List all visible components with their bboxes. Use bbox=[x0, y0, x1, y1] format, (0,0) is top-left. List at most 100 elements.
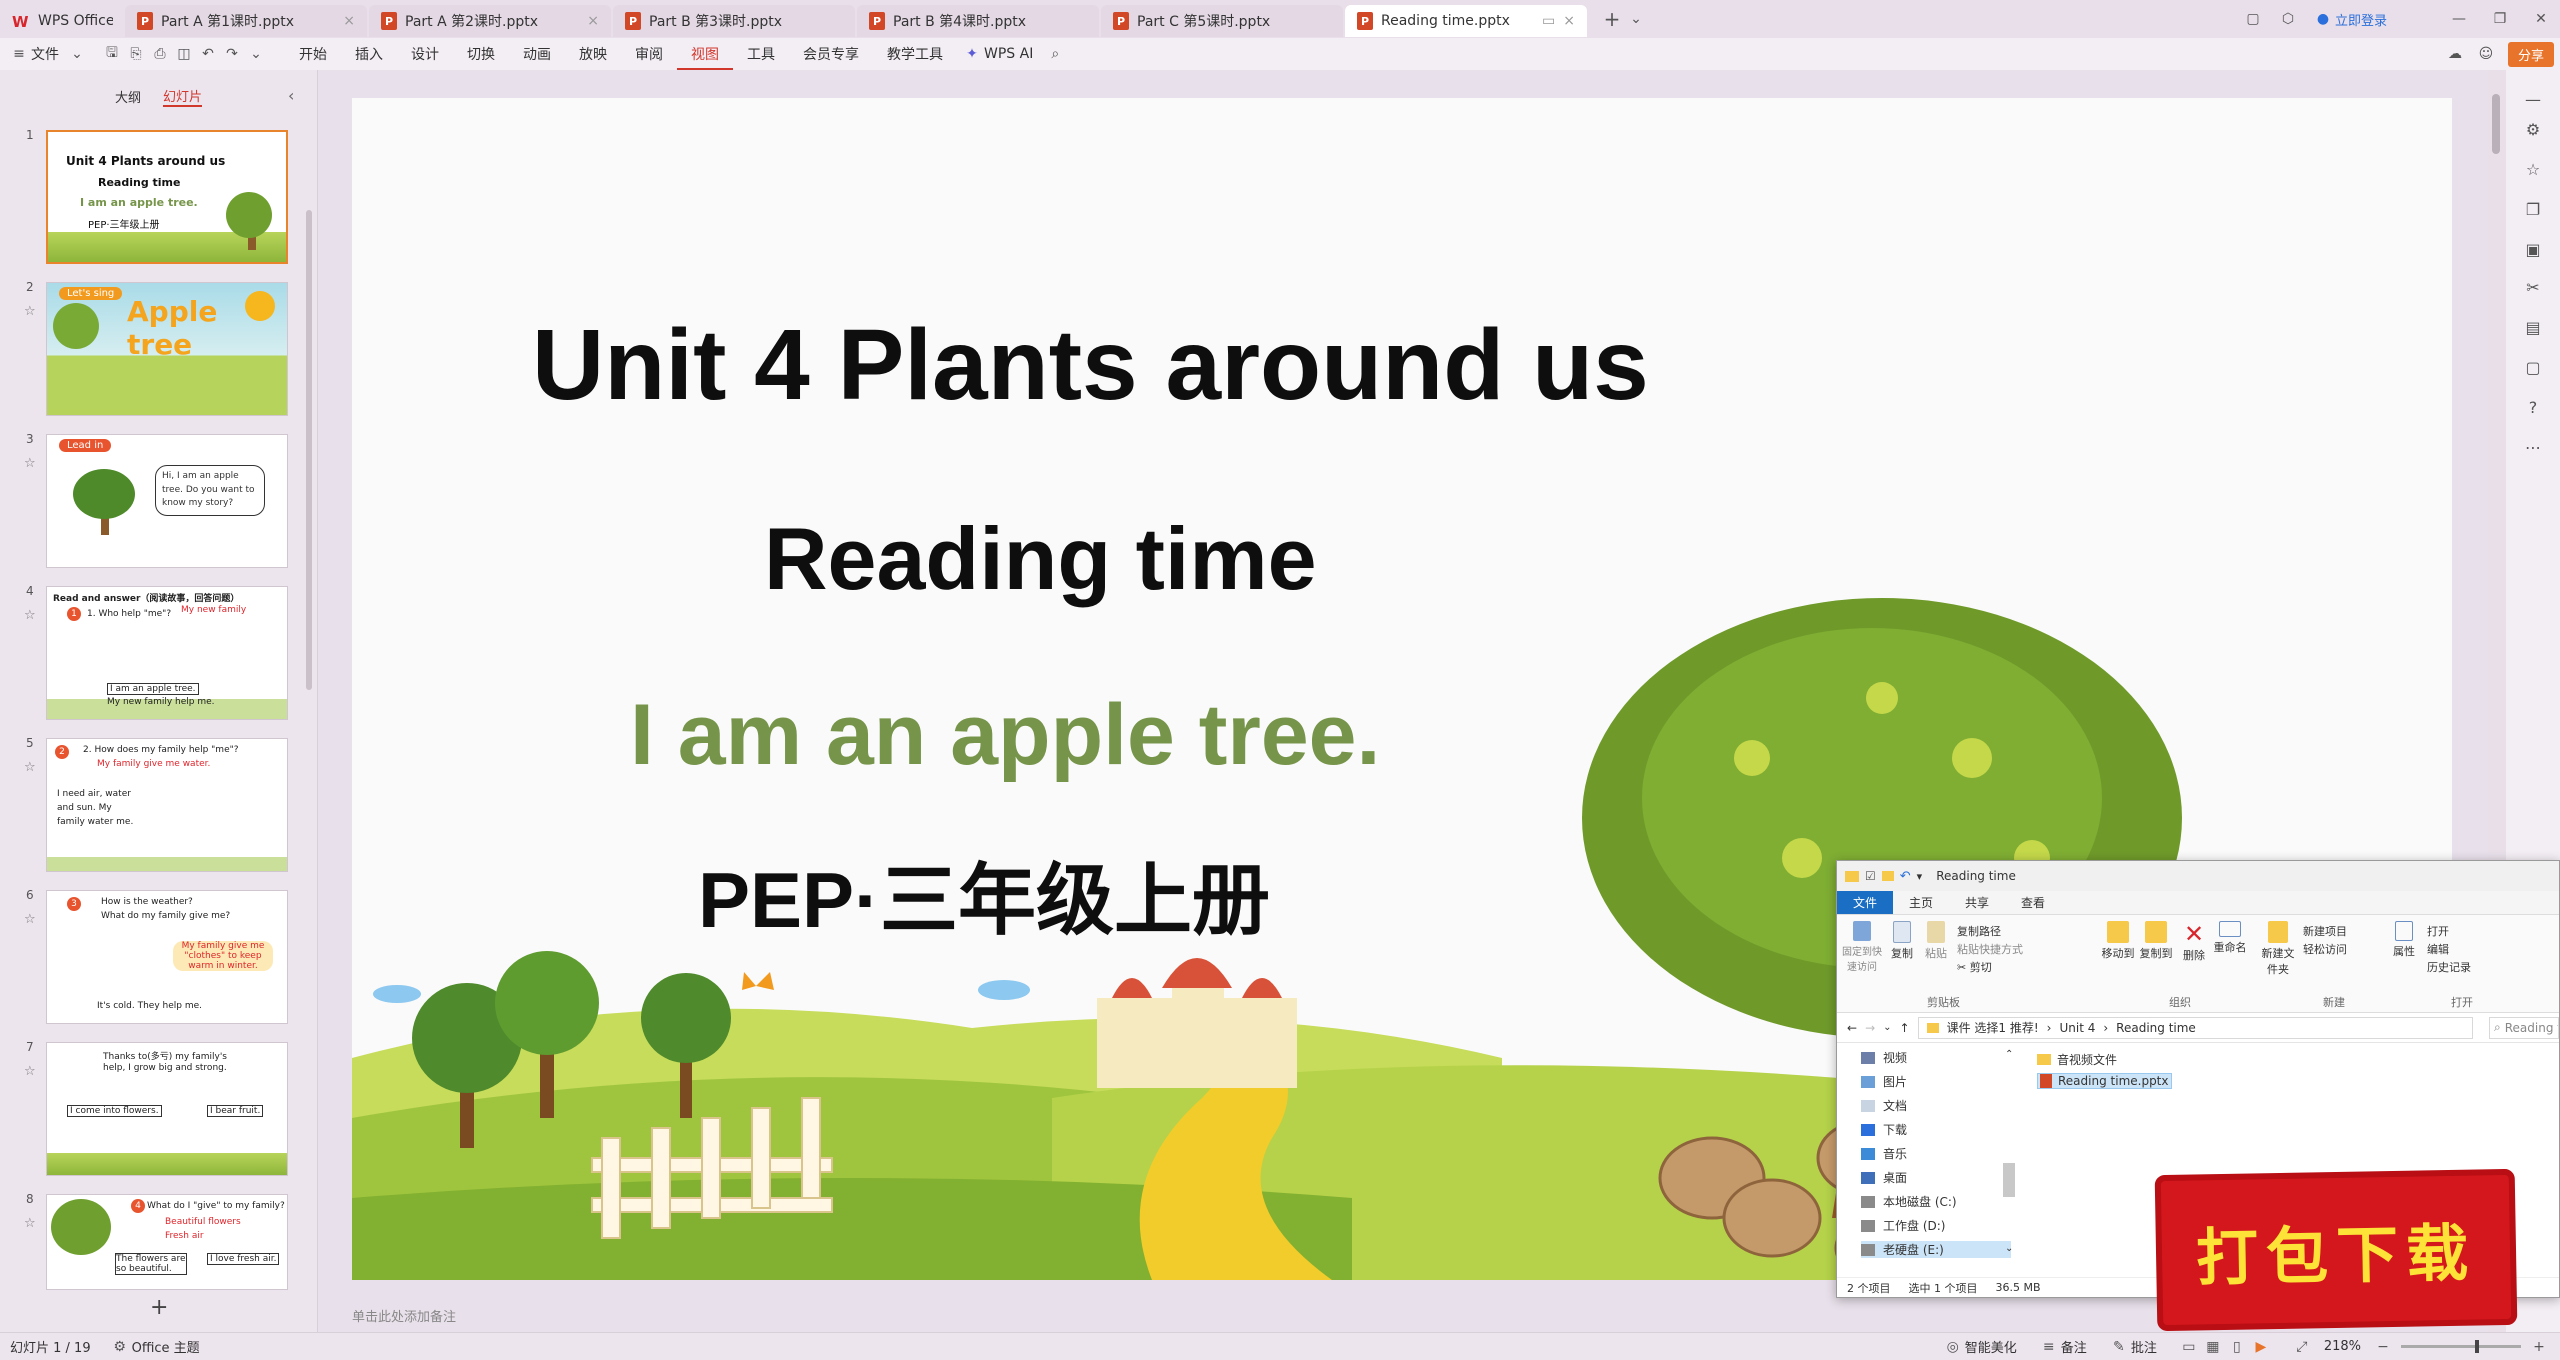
wps-ai-button[interactable]: WPS AI bbox=[984, 46, 1033, 62]
star-icon[interactable]: ☆ bbox=[2523, 160, 2543, 180]
path-segment-1[interactable]: 课件 选择1 推荐! bbox=[1947, 1019, 2039, 1036]
thumbnail-scrollbar[interactable] bbox=[306, 210, 312, 690]
minimize-icon[interactable]: — bbox=[2450, 10, 2468, 28]
menu-animation[interactable]: 动画 bbox=[509, 44, 565, 64]
ribbon-tab-file[interactable]: 文件 bbox=[1837, 891, 1894, 914]
paste-button[interactable]: 粘贴 bbox=[1921, 921, 1951, 961]
easy-access-button[interactable]: 轻松访问 bbox=[2303, 941, 2347, 957]
close-tab-icon[interactable]: × bbox=[587, 13, 599, 29]
path-segment-2[interactable]: Unit 4 bbox=[2059, 1021, 2095, 1035]
file-menu[interactable]: 文件 bbox=[31, 44, 59, 64]
slide-thumbnail-1[interactable]: Unit 4 Plants around us Reading time I a… bbox=[46, 130, 288, 264]
cube-icon[interactable]: ⬡ bbox=[2279, 10, 2297, 28]
settings-sliders-icon[interactable]: ⚙ bbox=[2523, 120, 2543, 140]
slide-thumb-row-2[interactable]: 2 ☆ Let's sing Apple tree bbox=[0, 280, 300, 420]
path-segment-3[interactable]: Reading time bbox=[2116, 1021, 2196, 1035]
delete-button[interactable]: ✕ 删除 bbox=[2179, 921, 2209, 963]
slide-grade-label[interactable]: PEP·三年级上册 bbox=[698, 838, 1270, 950]
star-icon[interactable]: ☆ bbox=[24, 304, 36, 319]
canvas-scrollbar[interactable] bbox=[2492, 94, 2500, 154]
add-slide-button[interactable]: + bbox=[150, 1295, 168, 1320]
paste-shortcut-button[interactable]: 粘贴快捷方式 bbox=[1957, 941, 2023, 957]
zoom-slider-thumb[interactable] bbox=[2475, 1340, 2479, 1353]
menu-review[interactable]: 审阅 bbox=[621, 44, 677, 64]
file-item-reading-time-pptx[interactable]: Reading time.pptx bbox=[2037, 1073, 2172, 1089]
close-window-icon[interactable]: ✕ bbox=[2532, 10, 2550, 28]
tab-part-b-4[interactable]: P Part B 第4课时.pptx bbox=[857, 5, 1099, 37]
ribbon-tab-share[interactable]: 共享 bbox=[1949, 891, 2005, 914]
slide-thumb-row-3[interactable]: 3 ☆ Lead in Hi, I am an apple tree. Do y… bbox=[0, 432, 300, 572]
move-to-button[interactable]: 移动到 bbox=[2101, 921, 2135, 961]
tab-part-a-1[interactable]: P Part A 第1课时.pptx × bbox=[125, 5, 367, 37]
rename-button[interactable]: 重命名 bbox=[2213, 921, 2247, 955]
nav-drive-c[interactable]: 本地磁盘 (C:) bbox=[1861, 1193, 1957, 1210]
search-box[interactable]: ⌕ Reading time bbox=[2489, 1016, 2559, 1039]
print-icon[interactable]: ⎙ bbox=[151, 45, 169, 63]
menu-start[interactable]: 开始 bbox=[285, 44, 341, 64]
collaborate-icon[interactable]: ☺ bbox=[2477, 45, 2495, 63]
properties-qa-icon[interactable]: ☑ bbox=[1865, 869, 1876, 883]
menu-teaching-tools[interactable]: 教学工具 bbox=[873, 44, 957, 64]
tools-icon[interactable]: ✂ bbox=[2523, 278, 2543, 298]
normal-view-icon[interactable]: ▭ bbox=[2180, 1338, 2198, 1356]
slide-thumb-row-4[interactable]: 4 ☆ Read and answer（阅读故事，回答问题） 1 1. Who … bbox=[0, 584, 300, 724]
undo-qa-icon[interactable]: ↶ bbox=[1900, 869, 1911, 884]
edit-button[interactable]: 编辑 bbox=[2427, 941, 2449, 957]
menu-view[interactable]: 视图 bbox=[677, 44, 733, 70]
star-icon[interactable]: ☆ bbox=[24, 912, 36, 927]
image-icon[interactable]: ▣ bbox=[2523, 240, 2543, 260]
collapse-panel-icon[interactable]: ‹ bbox=[288, 86, 294, 105]
login-link[interactable]: 立即登录 bbox=[2335, 10, 2387, 29]
reading-view-icon[interactable]: ▯ bbox=[2228, 1338, 2246, 1356]
nav-music[interactable]: 音乐 bbox=[1861, 1145, 1907, 1162]
nav-drive-e[interactable]: 老硬盘 (E:) bbox=[1861, 1241, 2011, 1258]
hamburger-menu-icon[interactable]: ≡ bbox=[10, 45, 28, 63]
notes-toggle[interactable]: 备注 bbox=[2061, 1337, 2087, 1356]
window-mode-icon[interactable]: ▢ bbox=[2244, 10, 2262, 28]
restore-icon[interactable]: ❐ bbox=[2491, 10, 2509, 28]
forward-arrow-icon[interactable]: → bbox=[1865, 1021, 1875, 1035]
outline-tab[interactable]: 大纲 bbox=[115, 87, 141, 106]
slide-thumb-row-1[interactable]: 1 Unit 4 Plants around us Reading time I… bbox=[0, 128, 300, 268]
back-arrow-icon[interactable]: ← bbox=[1847, 1021, 1857, 1035]
zoom-slider[interactable] bbox=[2401, 1340, 2521, 1353]
zoom-in-icon[interactable]: + bbox=[2530, 1338, 2548, 1356]
more-icon[interactable]: ⋯ bbox=[2523, 438, 2543, 458]
tab-monitor-icon[interactable]: ▭ bbox=[1542, 13, 1555, 29]
redo-icon[interactable]: ↷ bbox=[223, 45, 241, 63]
folder-qa-icon[interactable] bbox=[1881, 871, 1894, 881]
chevron-down-icon[interactable]: ⌄ bbox=[247, 45, 265, 63]
ribbon-tab-view[interactable]: 查看 bbox=[2005, 891, 2061, 914]
star-icon[interactable]: ☆ bbox=[24, 1216, 36, 1231]
grid-view-icon[interactable]: ▦ bbox=[2204, 1338, 2222, 1356]
star-icon[interactable]: ☆ bbox=[24, 608, 36, 623]
slide-subtitle[interactable]: Reading time bbox=[764, 508, 1317, 610]
menu-tools[interactable]: 工具 bbox=[733, 44, 789, 64]
help-icon[interactable]: ? bbox=[2523, 398, 2543, 418]
new-item-button[interactable]: 新建项目 bbox=[2303, 923, 2347, 939]
save-icon[interactable]: 🖫 bbox=[103, 45, 121, 63]
chevron-down-icon[interactable]: ⌄ bbox=[1883, 1022, 1891, 1033]
slide-thumb-row-6[interactable]: 6 ☆ 3 How is the weather? What do my fam… bbox=[0, 888, 300, 1028]
properties-button[interactable]: 属性 bbox=[2389, 921, 2419, 959]
cloud-sync-icon[interactable]: ☁ bbox=[2446, 45, 2464, 63]
open-button[interactable]: 打开 bbox=[2427, 923, 2449, 939]
tab-part-c-5[interactable]: P Part C 第5课时.pptx bbox=[1101, 5, 1343, 37]
file-item-media-folder[interactable]: 音视频文件 bbox=[2037, 1051, 2117, 1068]
slide-thumbnail-3[interactable]: Lead in Hi, I am an apple tree. Do you w… bbox=[46, 434, 288, 568]
ribbon-tab-home[interactable]: 主页 bbox=[1893, 891, 1949, 914]
new-folder-button[interactable]: 新建文件夹 bbox=[2259, 921, 2297, 977]
history-button[interactable]: 历史记录 bbox=[2427, 959, 2471, 975]
slide-thumb-row-5[interactable]: 5 ☆ 2 2. How does my family help "me"? M… bbox=[0, 736, 300, 876]
zoom-level[interactable]: 218% bbox=[2324, 1339, 2361, 1354]
nav-downloads[interactable]: 下载 bbox=[1861, 1121, 1907, 1138]
nav-scroll-up-icon[interactable]: ⌃ bbox=[2005, 1049, 2013, 1060]
notes-placeholder[interactable]: 单击此处添加备注 bbox=[352, 1306, 456, 1325]
slide-thumbnail-8[interactable]: 4 What do I "give" to my family? Beautif… bbox=[46, 1194, 288, 1290]
copy-button[interactable]: 复制 bbox=[1887, 921, 1917, 961]
tab-part-b-3[interactable]: P Part B 第3课时.pptx bbox=[613, 5, 855, 37]
copy-to-button[interactable]: 复制到 bbox=[2139, 921, 2173, 961]
nav-documents[interactable]: 文档 bbox=[1861, 1097, 1907, 1114]
download-stamp-banner[interactable]: 打包下载 bbox=[2154, 1168, 2518, 1332]
share-button[interactable]: 分享 bbox=[2507, 41, 2554, 67]
